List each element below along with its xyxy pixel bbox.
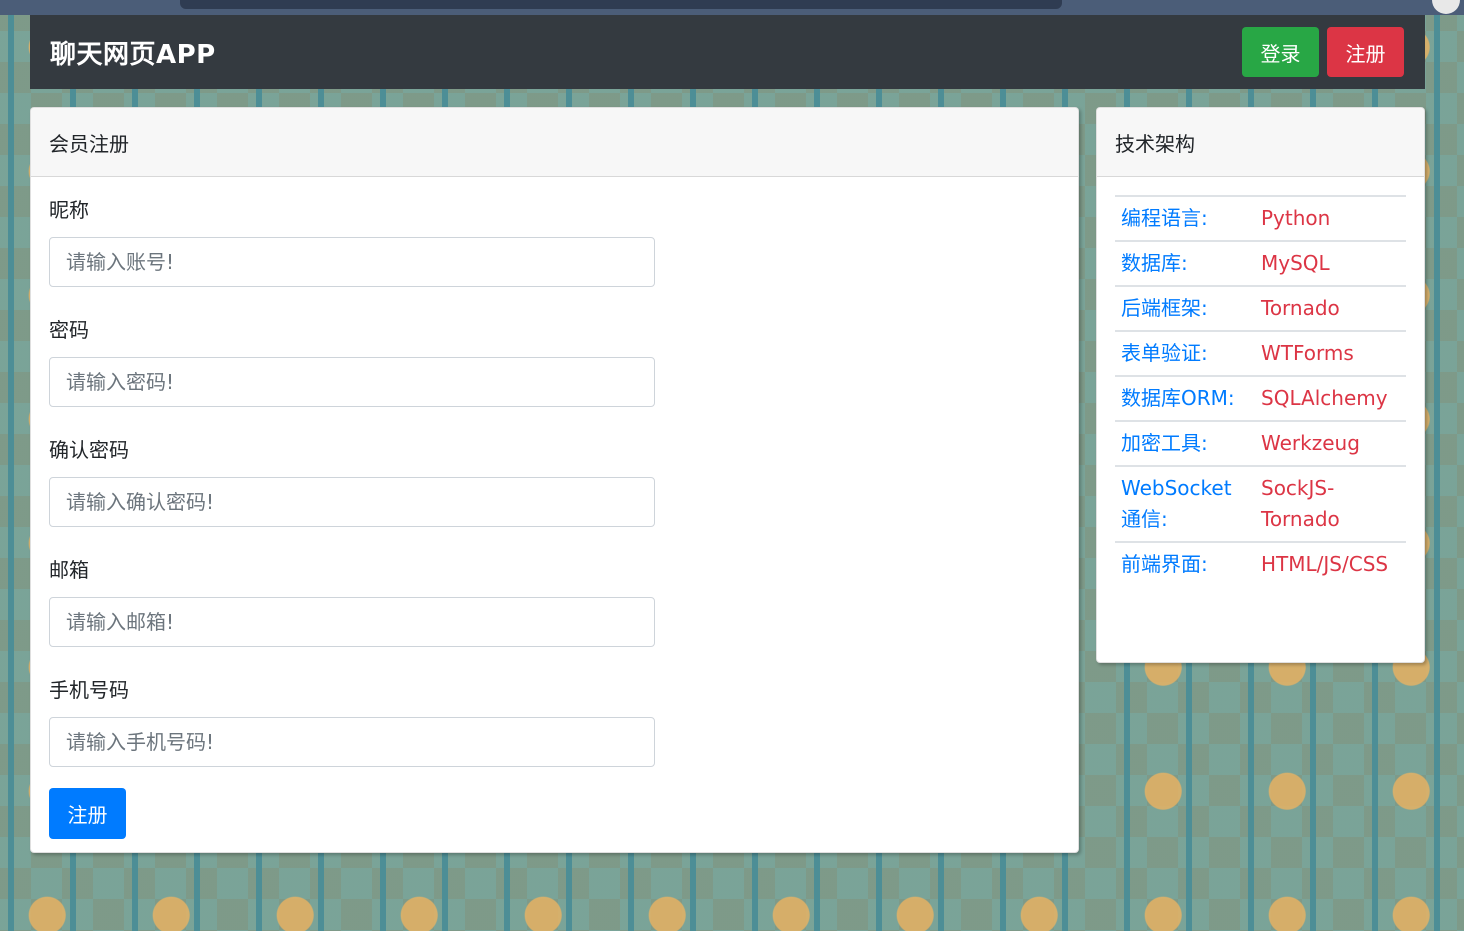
email-input[interactable]	[49, 597, 655, 647]
tech-value: Python	[1261, 206, 1331, 230]
tech-value: Werkzeug	[1261, 431, 1360, 455]
tech-value: MySQL	[1261, 251, 1330, 275]
login-button[interactable]: 登录	[1242, 27, 1319, 77]
phone-input[interactable]	[49, 717, 655, 767]
table-row: 编程语言: Python	[1115, 196, 1406, 241]
password-label: 密码	[49, 318, 89, 342]
tech-value: SQLAlchemy	[1261, 386, 1388, 410]
tech-key: 编程语言:	[1121, 206, 1208, 230]
browser-scrollbar[interactable]	[180, 0, 1062, 9]
table-row: 数据库ORM: SQLAlchemy	[1115, 376, 1406, 421]
tech-key: 数据库:	[1121, 251, 1188, 275]
tech-stack-card: 技术架构 编程语言: Python 数据库: MySQL 后端框架: Torna…	[1096, 107, 1425, 663]
top-navbar: 聊天网页APP 登录 注册	[30, 15, 1425, 89]
table-row: 数据库: MySQL	[1115, 241, 1406, 286]
tech-stack-title: 技术架构	[1097, 108, 1424, 177]
tech-key: 数据库ORM:	[1121, 386, 1235, 410]
confirm-password-label: 确认密码	[49, 438, 129, 462]
table-row: WebSocket通信: SockJS-Tornado	[1115, 466, 1406, 542]
table-row: 加密工具: Werkzeug	[1115, 421, 1406, 466]
tech-key: 后端框架:	[1121, 296, 1208, 320]
tech-key: 表单验证:	[1121, 341, 1208, 365]
tech-value: HTML/JS/CSS	[1261, 552, 1389, 576]
tech-key: WebSocket通信:	[1121, 476, 1232, 531]
table-row: 表单验证: WTForms	[1115, 331, 1406, 376]
nav-actions: 登录 注册	[1242, 27, 1404, 77]
confirm-password-input[interactable]	[49, 477, 655, 527]
tech-key: 加密工具:	[1121, 431, 1208, 455]
brand-title[interactable]: 聊天网页APP	[50, 34, 216, 71]
tech-value: SockJS-Tornado	[1261, 476, 1340, 531]
register-card: 会员注册 昵称 密码 确认密码 邮箱 手机号码 注册	[30, 107, 1079, 853]
submit-row: 注册	[49, 788, 1060, 839]
tech-key: 前端界面:	[1121, 552, 1208, 576]
tech-value: WTForms	[1261, 341, 1354, 365]
tech-value: Tornado	[1261, 296, 1340, 320]
register-card-title: 会员注册	[31, 108, 1078, 177]
nickname-label: 昵称	[49, 198, 89, 222]
email-label: 邮箱	[49, 558, 89, 582]
table-row: 后端框架: Tornado	[1115, 286, 1406, 331]
browser-top-strip	[0, 0, 1464, 15]
nickname-input[interactable]	[49, 237, 655, 287]
tech-stack-table: 编程语言: Python 数据库: MySQL 后端框架: Tornado 表单…	[1115, 195, 1406, 586]
register-form: 昵称 密码 确认密码 邮箱 手机号码 注册	[31, 177, 1078, 839]
table-row: 前端界面: HTML/JS/CSS	[1115, 542, 1406, 586]
register-nav-button[interactable]: 注册	[1327, 27, 1404, 77]
browser-profile-icon[interactable]	[1432, 0, 1460, 14]
register-submit-button[interactable]: 注册	[49, 788, 126, 839]
password-input[interactable]	[49, 357, 655, 407]
phone-label: 手机号码	[49, 678, 129, 702]
